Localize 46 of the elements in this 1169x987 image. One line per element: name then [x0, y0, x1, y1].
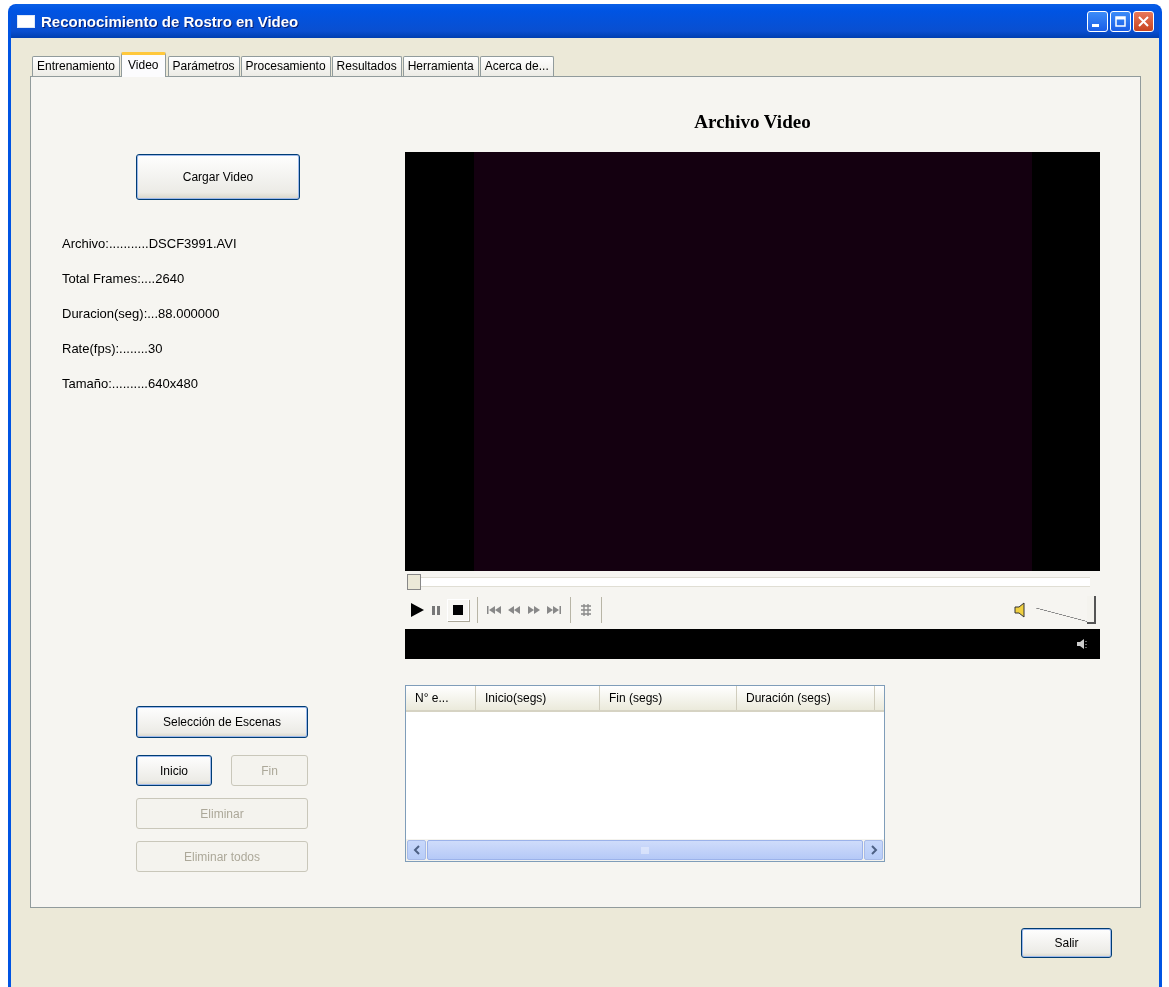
minimize-button[interactable]: [1087, 10, 1108, 32]
maximize-icon: [1115, 15, 1126, 27]
rewind-icon[interactable]: [506, 604, 522, 616]
tab[interactable]: Video: [121, 52, 166, 77]
scene-button[interactable]: Selección de Escenas: [136, 706, 308, 738]
column-header[interactable]: Duración (segs): [737, 686, 875, 710]
tab[interactable]: Procesamiento: [240, 56, 331, 76]
column-header[interactable]: Fin (segs): [600, 686, 737, 710]
chevron-left-icon: [412, 845, 421, 855]
info-line: Total Frames:....2640: [62, 271, 186, 288]
load-video-button[interactable]: Cargar Video: [136, 154, 300, 200]
grip-icon: [640, 846, 650, 854]
column-header[interactable]: N° e...: [406, 686, 476, 710]
tab[interactable]: Acerca de...: [479, 56, 554, 76]
info-line: Tamaño:..........640x480: [62, 376, 199, 393]
seek-thumb[interactable]: [407, 573, 421, 590]
info-line: Duracion(seg):...88.000000: [62, 306, 221, 323]
tab[interactable]: Herramienta: [402, 56, 479, 76]
scroll-right-button[interactable]: [864, 840, 883, 860]
stop-icon: [451, 603, 465, 617]
maximize-button[interactable]: [1110, 10, 1131, 32]
exit-button[interactable]: Salir: [1021, 928, 1112, 958]
stop-button[interactable]: [447, 599, 469, 621]
playlist-icon[interactable]: [579, 603, 593, 617]
section-heading: Archivo Video: [693, 111, 812, 134]
skip-back-icon[interactable]: [486, 604, 502, 616]
fast-forward-icon[interactable]: [526, 604, 542, 616]
scroll-left-button[interactable]: [407, 840, 426, 860]
window-icon: [17, 14, 35, 28]
info-line: Archivo:...........DSCF3991.AVI: [62, 236, 238, 253]
info-line: Rate(fps):........30: [62, 341, 164, 358]
tab[interactable]: Entrenamiento: [32, 56, 121, 76]
minimize-icon: [1091, 23, 1099, 27]
chevron-right-icon: [869, 845, 878, 855]
column-header[interactable]: Inicio(segs): [476, 686, 600, 710]
play-icon[interactable]: [409, 602, 425, 618]
tab[interactable]: Parámetros: [167, 56, 240, 76]
close-button[interactable]: [1133, 10, 1154, 32]
scrollbar-thumb[interactable]: [427, 840, 863, 860]
scene-button[interactable]: Inicio: [136, 755, 212, 786]
tab[interactable]: Resultados: [331, 56, 402, 76]
close-icon: [1138, 15, 1149, 27]
speaker-icon: [1076, 637, 1088, 651]
window-title: Reconocimiento de Rostro en Video: [41, 12, 300, 30]
skip-forward-icon[interactable]: [546, 604, 562, 616]
pause-icon[interactable]: [429, 603, 443, 617]
